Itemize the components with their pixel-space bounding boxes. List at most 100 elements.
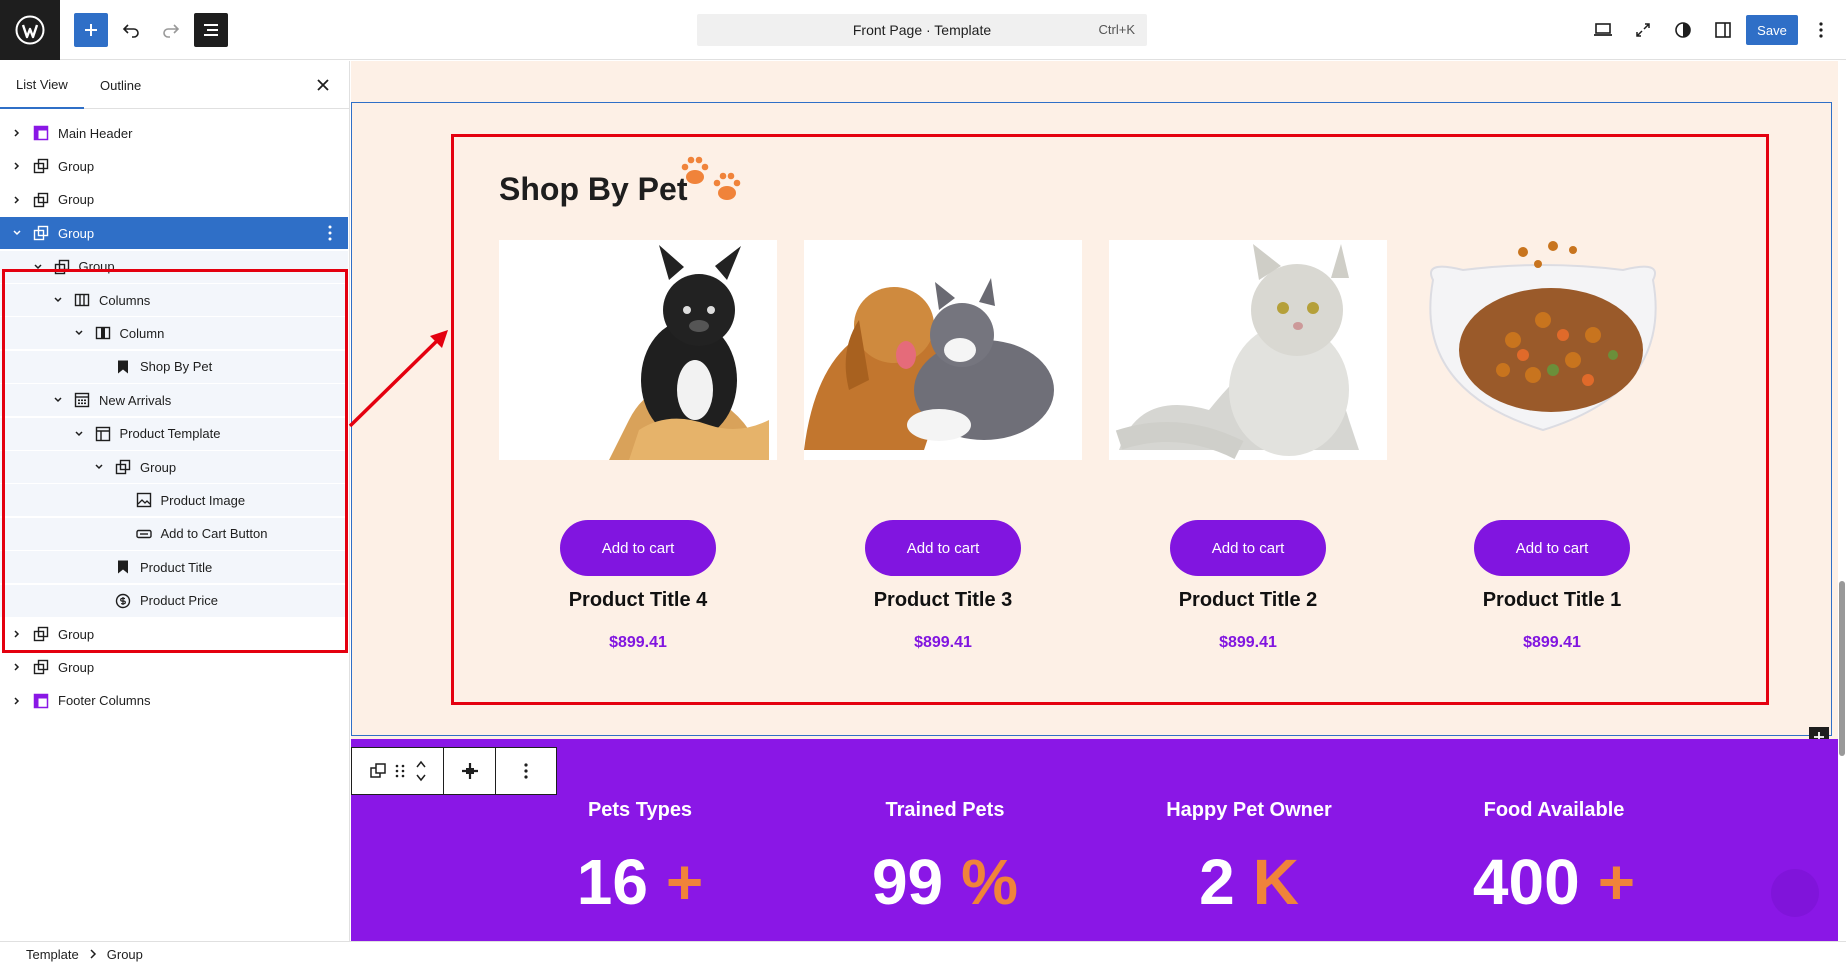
template-part-icon bbox=[32, 124, 50, 142]
add-block-button[interactable] bbox=[74, 13, 108, 47]
chevron-down-icon[interactable] bbox=[72, 326, 86, 340]
redo-button[interactable] bbox=[154, 13, 188, 47]
chevron-down-icon[interactable] bbox=[72, 427, 86, 441]
tree-item-new-arrivals[interactable]: New Arrivals bbox=[0, 384, 348, 417]
product-image[interactable] bbox=[499, 240, 777, 460]
document-overview-button[interactable] bbox=[194, 13, 228, 47]
canvas-scrollbar[interactable] bbox=[1838, 61, 1846, 941]
drag-handle-icon[interactable] bbox=[395, 763, 405, 779]
tree-item-product-price[interactable]: Product Price bbox=[0, 584, 348, 617]
tree-item-label: New Arrivals bbox=[99, 392, 172, 408]
product-title[interactable]: Product Title 1 bbox=[1413, 589, 1691, 612]
chevron-right-icon[interactable] bbox=[10, 660, 24, 674]
product-card: Add to cart Product Title 4 $899.41 bbox=[499, 240, 777, 651]
command-shortcut-hint: Ctrl+K bbox=[1098, 22, 1135, 37]
product-price: $899.41 bbox=[914, 634, 972, 651]
chat-widget-button[interactable] bbox=[1771, 869, 1819, 917]
save-button[interactable]: Save bbox=[1746, 15, 1798, 45]
fullscreen-button[interactable] bbox=[1626, 13, 1660, 47]
breadcrumb-group[interactable]: Group bbox=[107, 947, 143, 962]
expand-icon bbox=[1636, 23, 1650, 37]
wordpress-logo-button[interactable] bbox=[0, 0, 60, 60]
tree-item-product-template[interactable]: Product Template bbox=[0, 417, 348, 450]
contrast-icon bbox=[1675, 22, 1691, 38]
tree-item-label: Product Price bbox=[140, 593, 219, 609]
tab-outline[interactable]: Outline bbox=[84, 61, 157, 109]
tree-item-product-title[interactable]: Product Title bbox=[0, 551, 348, 584]
tree-item-label: Group bbox=[58, 626, 95, 642]
add-to-cart-button[interactable]: Add to cart bbox=[1474, 520, 1630, 576]
settings-sidebar-button[interactable] bbox=[1706, 13, 1740, 47]
undo-icon bbox=[122, 24, 139, 38]
product-title[interactable]: Product Title 4 bbox=[499, 589, 777, 612]
chevron-right-icon[interactable] bbox=[10, 193, 24, 207]
block-options-button[interactable] bbox=[496, 748, 556, 794]
tree-item-label: Group bbox=[58, 158, 95, 174]
view-button[interactable] bbox=[1586, 13, 1620, 47]
product-title[interactable]: Product Title 3 bbox=[804, 589, 1082, 612]
tree-item-group[interactable]: Group bbox=[0, 184, 348, 216]
group-icon bbox=[32, 224, 50, 242]
tree-item-add-to-cart-button[interactable]: Add to Cart Button bbox=[0, 517, 348, 550]
tree-item-group[interactable]: Group bbox=[0, 250, 348, 283]
tree-item-main-header[interactable]: Main Header bbox=[0, 117, 348, 149]
add-to-cart-button[interactable]: Add to cart bbox=[560, 520, 716, 576]
bookmark-icon bbox=[114, 358, 132, 376]
sidebar-icon bbox=[1715, 22, 1731, 38]
chevron-down-icon[interactable] bbox=[10, 226, 24, 240]
tree-item-group[interactable]: Group bbox=[0, 217, 348, 250]
tree-item-label: Columns bbox=[99, 292, 151, 308]
undo-button[interactable] bbox=[114, 13, 148, 47]
product-image[interactable] bbox=[1413, 240, 1691, 460]
breadcrumb-template[interactable]: Template bbox=[26, 947, 79, 962]
align-icon bbox=[461, 763, 478, 779]
tree-item-product-image[interactable]: Product Image bbox=[0, 484, 348, 517]
tree-item-label: Main Header bbox=[58, 125, 133, 141]
chevron-right-icon[interactable] bbox=[10, 159, 24, 173]
group-icon[interactable] bbox=[369, 762, 387, 780]
tree-item-label: Product Title bbox=[140, 559, 213, 575]
tree-item-group[interactable]: Group bbox=[0, 618, 348, 650]
sidebar-tabs: List View Outline bbox=[0, 61, 349, 109]
tree-item-shop-by-pet[interactable]: Shop By Pet bbox=[0, 350, 348, 383]
options-menu-button[interactable] bbox=[1806, 13, 1836, 47]
product-image[interactable] bbox=[804, 240, 1082, 460]
chevron-down-icon[interactable] bbox=[92, 460, 106, 474]
callout-arrow bbox=[348, 330, 448, 428]
dollar-icon bbox=[114, 592, 132, 610]
list-view-sidebar: List View Outline Main Header Group Group G… bbox=[0, 61, 350, 941]
styles-button[interactable] bbox=[1666, 13, 1700, 47]
product-image[interactable] bbox=[1109, 240, 1387, 460]
group-icon bbox=[32, 658, 50, 676]
editor-canvas: Shop By Pet Add to cart Product Title 4 $8… bbox=[351, 61, 1838, 941]
kebab-icon[interactable] bbox=[328, 225, 332, 241]
group-icon bbox=[53, 258, 71, 276]
chevron-right-icon[interactable] bbox=[10, 126, 24, 140]
tree-item-group[interactable]: Group bbox=[0, 451, 348, 483]
product-title[interactable]: Product Title 2 bbox=[1109, 589, 1387, 612]
align-button[interactable] bbox=[444, 748, 496, 794]
stat-suffix: + bbox=[1597, 846, 1636, 918]
chevron-right-icon[interactable] bbox=[10, 694, 24, 708]
chevron-down-icon[interactable] bbox=[51, 293, 65, 307]
chevron-right-icon[interactable] bbox=[10, 627, 24, 641]
chevron-down-icon[interactable] bbox=[51, 393, 65, 407]
product-card: Add to cart Product Title 1 $899.41 bbox=[1413, 240, 1691, 651]
tree-item-label: Group bbox=[58, 192, 95, 208]
add-to-cart-button[interactable]: Add to cart bbox=[1170, 520, 1326, 576]
tree-item-group[interactable]: Group bbox=[0, 150, 348, 182]
chevron-down-icon[interactable] bbox=[31, 260, 45, 274]
section-title[interactable]: Shop By Pet bbox=[499, 171, 687, 208]
add-to-cart-button[interactable]: Add to cart bbox=[865, 520, 1021, 576]
tree-item-column[interactable]: Column bbox=[0, 317, 348, 350]
tree-item-columns[interactable]: Columns bbox=[0, 284, 348, 316]
move-up-down-icon[interactable] bbox=[415, 758, 427, 784]
close-sidebar-button[interactable] bbox=[313, 75, 333, 95]
tree-item-footer-columns[interactable]: Footer Columns bbox=[0, 685, 348, 717]
tab-list-view[interactable]: List View bbox=[0, 61, 84, 109]
command-palette-bar[interactable]: Front Page · Template Ctrl+K bbox=[697, 14, 1147, 46]
tree-item-group[interactable]: Group bbox=[0, 651, 348, 683]
scroll-thumb[interactable] bbox=[1839, 581, 1845, 756]
product-card: Add to cart Product Title 3 $899.41 bbox=[804, 240, 1082, 651]
